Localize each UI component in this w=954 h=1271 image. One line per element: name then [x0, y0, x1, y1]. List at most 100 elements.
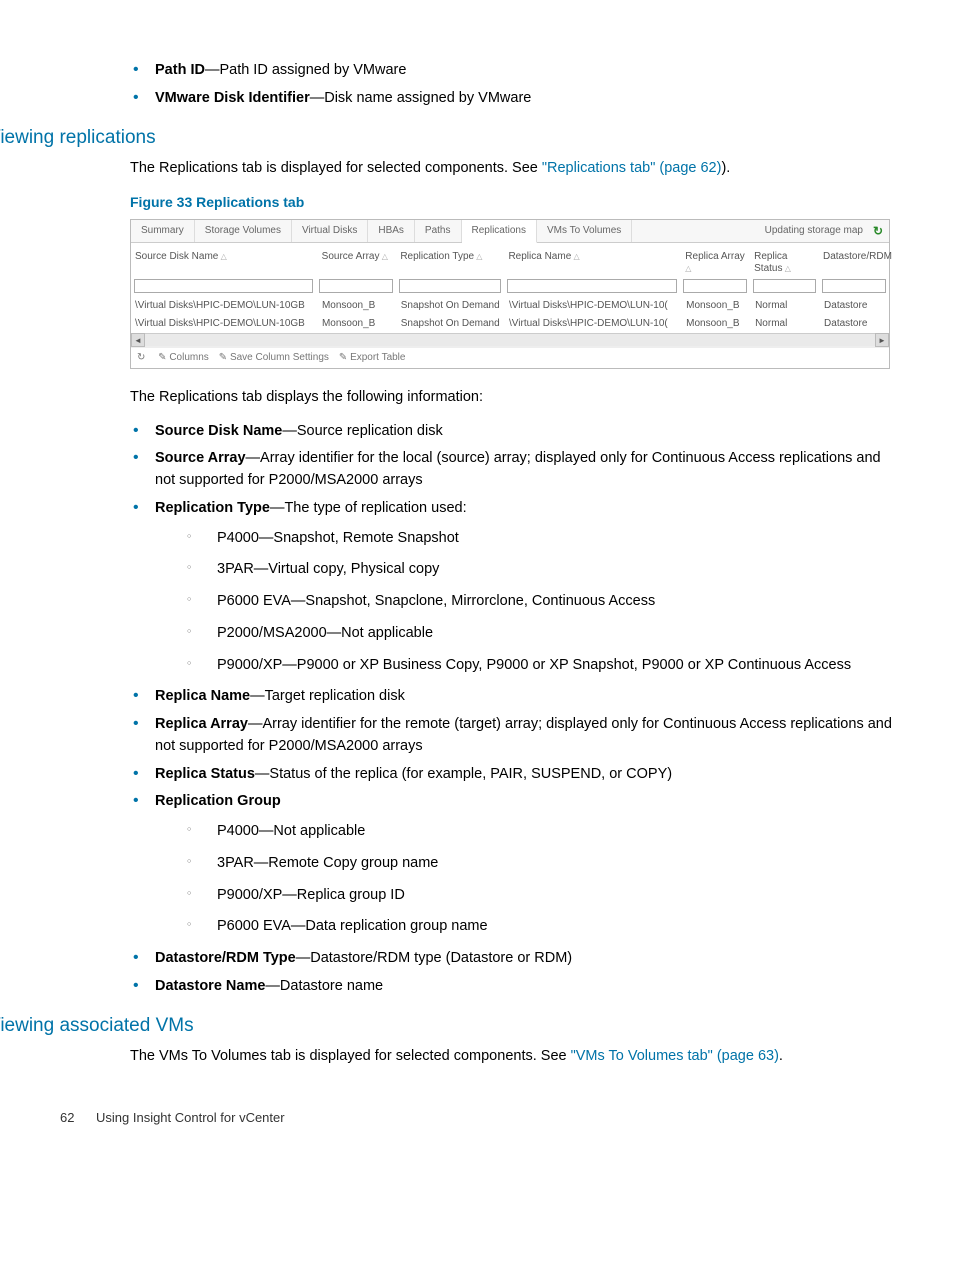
heading-viewing-associated-vms: Viewing associated VMs	[0, 1012, 894, 1041]
column-header[interactable]: Replication Type	[396, 249, 504, 277]
text: The VMs To Volumes tab is displayed for …	[130, 1048, 571, 1064]
refresh-small-icon[interactable]: ↻	[137, 352, 145, 363]
footer-link-columns[interactable]: ✎ Columns	[158, 352, 209, 363]
cell: \Virtual Disks\HPIC-DEMO\LUN-10GB	[131, 317, 318, 331]
filter-input[interactable]	[507, 279, 677, 293]
desc: —Datastore name	[265, 978, 383, 994]
filter-input[interactable]	[753, 279, 817, 293]
desc: —Array identifier for the local (source)…	[155, 450, 881, 488]
filter-input[interactable]	[319, 279, 392, 293]
link-vms-to-volumes-tab[interactable]: "VMs To Volumes tab" (page 63)	[571, 1048, 779, 1064]
sub-item: 3PAR—Remote Copy group name	[217, 853, 894, 875]
scroll-left-icon[interactable]: ◄	[131, 333, 145, 347]
filter-input[interactable]	[683, 279, 747, 293]
footer-link-export-table[interactable]: ✎ Export Table	[339, 352, 406, 363]
heading-viewing-replications: Viewing replications	[0, 124, 894, 153]
cell: Monsoon_B	[318, 317, 397, 331]
column-header[interactable]: Datastore/RDM	[819, 249, 889, 277]
sub-item: P9000/XP—P9000 or XP Business Copy, P900…	[217, 655, 894, 677]
tab-vms-to-volumes[interactable]: VMs To Volumes	[537, 220, 632, 242]
table-row[interactable]: \Virtual Disks\HPIC-DEMO\LUN-10GBMonsoon…	[131, 297, 889, 315]
cell: Normal	[751, 299, 820, 313]
desc: —Datastore/RDM type (Datastore or RDM)	[296, 950, 572, 966]
tab-storage-volumes[interactable]: Storage Volumes	[195, 220, 292, 242]
data-rows: \Virtual Disks\HPIC-DEMO\LUN-10GBMonsoon…	[131, 297, 889, 333]
sub-list: P4000—Not applicable3PAR—Remote Copy gro…	[155, 821, 894, 938]
tab-replications[interactable]: Replications	[462, 220, 537, 243]
tab-paths[interactable]: Paths	[415, 220, 462, 242]
term: Replica Name	[155, 688, 250, 704]
list-item: Path ID—Path ID assigned by VMware	[155, 60, 894, 82]
list-item: Replication Type—The type of replication…	[155, 498, 894, 677]
column-header[interactable]: Source Disk Name	[131, 249, 318, 277]
term: Datastore/RDM Type	[155, 950, 296, 966]
desc: —Array identifier for the remote (target…	[155, 716, 892, 754]
cell: \Virtual Disks\HPIC-DEMO\LUN-10GB	[131, 299, 318, 313]
tab-bar: SummaryStorage VolumesVirtual DisksHBAsP…	[131, 220, 889, 243]
cell: \Virtual Disks\HPIC-DEMO\LUN-10(	[505, 317, 682, 331]
desc: —Status of the replica (for example, PAI…	[255, 766, 672, 782]
sub-item: 3PAR—Virtual copy, Physical copy	[217, 559, 894, 581]
page-title: Using Insight Control for vCenter	[96, 1108, 285, 1128]
list-item: Replica Array—Array identifier for the r…	[155, 714, 894, 758]
cell: Snapshot On Demand	[397, 317, 505, 331]
sub-item: P9000/XP—Replica group ID	[217, 885, 894, 907]
link-replications-tab[interactable]: "Replications tab" (page 62)	[542, 160, 722, 176]
table-row[interactable]: \Virtual Disks\HPIC-DEMO\LUN-10GBMonsoon…	[131, 315, 889, 333]
desc: —Path ID assigned by VMware	[205, 62, 406, 78]
desc: —Source replication disk	[282, 423, 442, 439]
table-footer-links: ↻ ✎ Columns ✎ Save Column Settings ✎ Expor…	[131, 347, 889, 368]
list-item: Replica Status—Status of the replica (fo…	[155, 764, 894, 786]
column-header[interactable]: Replica Status	[750, 249, 819, 277]
filter-input[interactable]	[399, 279, 501, 293]
cell: Monsoon_B	[682, 299, 751, 313]
term: Replica Status	[155, 766, 255, 782]
scroll-right-icon[interactable]: ►	[875, 333, 889, 347]
sub-item: P6000 EVA—Data replication group name	[217, 916, 894, 938]
sub-item: P4000—Snapshot, Remote Snapshot	[217, 528, 894, 550]
sub-list: P4000—Snapshot, Remote Snapshot 3PAR—Virt…	[155, 528, 894, 677]
term: Replication Group	[155, 793, 281, 809]
filter-input[interactable]	[822, 279, 886, 293]
replications-screenshot: SummaryStorage VolumesVirtual DisksHBAsP…	[130, 219, 890, 369]
filter-input[interactable]	[134, 279, 313, 293]
list-item: Source Array—Array identifier for the lo…	[155, 448, 894, 492]
list-item: VMware Disk Identifier—Disk name assigne…	[155, 88, 894, 110]
term: Replication Type	[155, 500, 270, 516]
desc: —Target replication disk	[250, 688, 405, 704]
text: The Replications tab is displayed for se…	[130, 160, 542, 176]
column-header[interactable]: Replica Name	[504, 249, 681, 277]
term: Datastore Name	[155, 978, 265, 994]
term: Replica Array	[155, 716, 248, 732]
term: Path ID	[155, 62, 205, 78]
refresh-icon[interactable]: ↻	[873, 224, 883, 238]
cell: Monsoon_B	[318, 299, 397, 313]
cell: Monsoon_B	[682, 317, 751, 331]
after-figure-text: The Replications tab displays the follow…	[60, 387, 894, 409]
text: .	[779, 1048, 783, 1064]
tab-hbas[interactable]: HBAs	[368, 220, 415, 242]
tab-summary[interactable]: Summary	[131, 220, 195, 242]
column-header[interactable]: Replica Array	[681, 249, 750, 277]
status-area: Updating storage map ↻	[632, 220, 889, 242]
section2-intro: The VMs To Volumes tab is displayed for …	[60, 1046, 894, 1068]
list-item: Source Disk Name—Source replication disk	[155, 421, 894, 443]
cell: Datastore	[820, 317, 889, 331]
scroll-track[interactable]	[145, 334, 875, 346]
filter-row	[131, 279, 889, 297]
text: ).	[721, 160, 730, 176]
cell: Normal	[751, 317, 820, 331]
term: VMware Disk Identifier	[155, 90, 310, 106]
list-item: Datastore/RDM Type—Datastore/RDM type (D…	[155, 948, 894, 970]
cell: Datastore	[820, 299, 889, 313]
cell: Snapshot On Demand	[397, 299, 505, 313]
intro-bullets: Path ID—Path ID assigned by VMware VMware…	[60, 60, 894, 110]
cell: \Virtual Disks\HPIC-DEMO\LUN-10(	[505, 299, 682, 313]
list-item: Replica Name—Target replication disk	[155, 686, 894, 708]
column-header[interactable]: Source Array	[318, 249, 397, 277]
footer-link-save-column-settings[interactable]: ✎ Save Column Settings	[219, 352, 329, 363]
horizontal-scrollbar[interactable]: ◄ ►	[131, 333, 889, 347]
desc: —Disk name assigned by VMware	[310, 90, 532, 106]
tab-virtual-disks[interactable]: Virtual Disks	[292, 220, 368, 242]
sub-item: P6000 EVA—Snapshot, Snapclone, Mirrorclo…	[217, 591, 894, 613]
